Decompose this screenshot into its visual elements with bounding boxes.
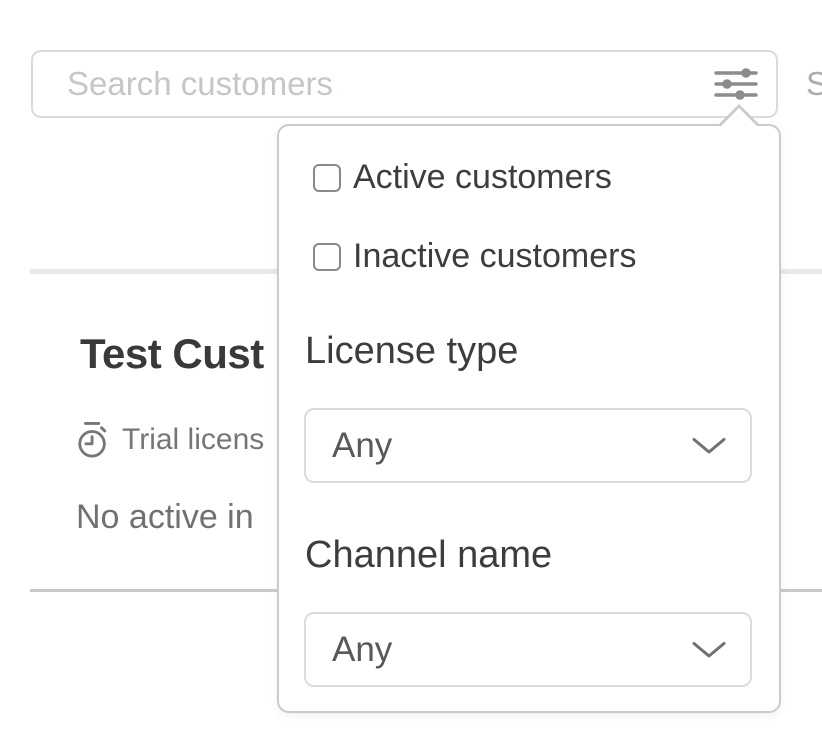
inactive-customers-checkbox[interactable] bbox=[313, 243, 341, 271]
license-type-label: License type bbox=[305, 330, 518, 373]
inactive-customers-option[interactable]: Inactive customers bbox=[313, 237, 636, 276]
chevron-down-icon bbox=[692, 437, 726, 455]
inactive-customers-label: Inactive customers bbox=[353, 237, 636, 276]
customer-name-heading: Test Cust bbox=[80, 330, 264, 378]
filter-popover: Active customers Inactive customers Lice… bbox=[277, 124, 781, 713]
channel-name-select-value: Any bbox=[332, 630, 692, 670]
active-customers-checkbox[interactable] bbox=[313, 164, 341, 192]
channel-name-select[interactable]: Any bbox=[304, 612, 752, 687]
search-input[interactable] bbox=[33, 52, 704, 116]
license-badge-label: Trial licens bbox=[122, 423, 264, 457]
active-customers-label: Active customers bbox=[353, 158, 612, 197]
sliders-icon bbox=[714, 66, 758, 102]
license-type-select[interactable]: Any bbox=[304, 408, 752, 483]
sort-label-partial: S bbox=[806, 50, 822, 118]
channel-name-label: Channel name bbox=[305, 534, 552, 577]
timer-icon bbox=[76, 420, 110, 460]
license-badge: Trial licens bbox=[76, 420, 264, 460]
customer-search-bar bbox=[31, 50, 778, 118]
chevron-down-icon bbox=[692, 641, 726, 659]
active-customers-option[interactable]: Active customers bbox=[313, 158, 612, 197]
license-type-select-value: Any bbox=[332, 426, 692, 466]
customer-status-text: No active in bbox=[76, 498, 254, 537]
